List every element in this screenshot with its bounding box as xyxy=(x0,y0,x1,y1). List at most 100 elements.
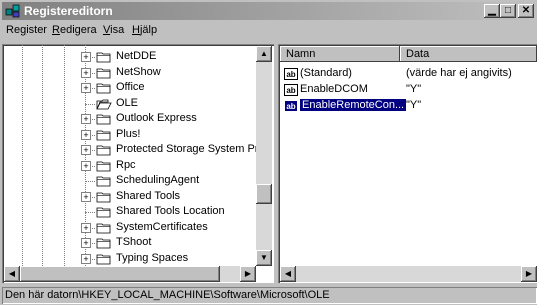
tree-item-ole[interactable]: OLE xyxy=(2,96,254,112)
folder-icon xyxy=(96,222,112,234)
tree-item-label: Protected Storage System Pr xyxy=(116,143,259,155)
status-bar: Den här datorn\HKEY_LOCAL_MACHINE\Softwa… xyxy=(2,287,537,304)
scroll-left-button[interactable]: ◀ xyxy=(4,266,20,282)
menu-visa[interactable]: Visa xyxy=(103,24,124,36)
arrow-left-icon: ◀ xyxy=(8,269,16,278)
minimize-button[interactable]: ▁ xyxy=(484,4,500,18)
tree-item-protected-storage-system-pr[interactable]: + Protected Storage System Pr xyxy=(2,142,258,158)
expand-plus-icon[interactable]: + xyxy=(81,191,91,202)
expand-plus-icon[interactable]: + xyxy=(81,67,91,78)
list-scroll-left-button[interactable]: ◀ xyxy=(280,266,296,282)
tree-vertical-scrollbar[interactable]: ▲ ▼ xyxy=(256,46,272,266)
menu-accelerator: g xyxy=(20,24,27,36)
expand-plus-icon[interactable]: + xyxy=(81,238,91,248)
menu-accelerator: V xyxy=(103,24,111,36)
tree-item-label: SystemCertificates xyxy=(116,220,208,233)
tree-item-plus[interactable]: + Plus! xyxy=(2,127,254,143)
minimize-icon: ▁ xyxy=(488,5,496,16)
close-icon: ✕ xyxy=(521,5,531,16)
window-title: Registereditorn xyxy=(24,4,113,18)
title-bar[interactable]: Registereditorn ▁ □ ✕ xyxy=(2,2,537,20)
tree-branch-line xyxy=(85,103,95,105)
arrow-up-icon: ▲ xyxy=(260,49,268,58)
tree-item-label: Rpc xyxy=(116,158,136,171)
value-data: (värde har ej angivits) xyxy=(406,67,512,79)
tree-item-label: Shared Tools xyxy=(116,189,181,202)
key-tree-pane[interactable]: + NetDDE + NetShow + Office OLE + Outlook Expres… xyxy=(2,44,274,283)
menu-redigera[interactable]: Redigera xyxy=(52,24,97,36)
menu-register[interactable]: Register xyxy=(6,24,47,36)
tree-branch-line xyxy=(85,181,95,182)
value-data: "Y" xyxy=(406,83,422,95)
value-name: (Standard) xyxy=(300,67,352,79)
tree-item-label: NetShow xyxy=(116,65,161,78)
folder-icon xyxy=(96,175,112,187)
tree-branch-line xyxy=(85,212,95,213)
menu-accelerator: H xyxy=(132,24,140,36)
list-horizontal-scrollbar[interactable]: ◀ ▶ xyxy=(280,266,537,282)
regedit-icon xyxy=(5,4,20,18)
folder-icon xyxy=(96,160,112,172)
tree-item-typing-spaces[interactable]: + Typing Spaces xyxy=(2,251,254,267)
tree-item-rpc[interactable]: + Rpc xyxy=(2,158,254,174)
tree-item-schedulingagent[interactable]: SchedulingAgent xyxy=(2,173,254,189)
folder-icon xyxy=(96,113,112,125)
folder-icon xyxy=(96,82,112,94)
tree-item-shared-tools[interactable]: + Shared Tools xyxy=(2,189,254,205)
tree-item-shared-tools-location[interactable]: Shared Tools Location xyxy=(2,204,254,220)
expand-plus-icon[interactable]: + xyxy=(81,114,91,124)
status-path: Den här datorn\HKEY_LOCAL_MACHINE\Softwa… xyxy=(5,289,330,301)
value-row[interactable]: ab EnableRemoteCon... "Y" xyxy=(280,98,535,114)
tree-item-office[interactable]: + Office xyxy=(2,80,254,96)
value-name: EnableRemoteCon... xyxy=(300,99,407,111)
tree-item-tshoot[interactable]: + TShoot xyxy=(2,235,254,251)
expand-plus-icon[interactable]: + xyxy=(81,222,91,233)
scroll-up-button[interactable]: ▲ xyxy=(256,46,272,62)
scroll-right-button[interactable]: ▶ xyxy=(240,266,256,282)
tree-item-netshow[interactable]: + NetShow xyxy=(2,65,254,81)
expand-plus-icon[interactable]: + xyxy=(81,145,91,155)
expand-plus-icon[interactable]: + xyxy=(81,253,91,264)
menu-hjalp[interactable]: Hjälp xyxy=(132,24,157,36)
string-value-icon: ab xyxy=(284,84,298,96)
arrow-down-icon: ▼ xyxy=(260,253,268,262)
tree-item-netdde[interactable]: + NetDDE xyxy=(2,49,254,65)
tree-item-label: Shared Tools Location xyxy=(116,205,225,217)
tree-item-label: TShoot xyxy=(116,236,152,248)
tree-hscroll-thumb[interactable] xyxy=(20,266,220,282)
column-header-data[interactable]: Data xyxy=(400,46,537,62)
value-row[interactable]: ab EnableDCOM "Y" xyxy=(280,82,535,98)
list-scroll-right-button[interactable]: ▶ xyxy=(521,266,537,282)
tree-item-label: Outlook Express xyxy=(116,112,197,124)
arrow-right-icon: ▶ xyxy=(244,269,252,278)
scroll-down-button[interactable]: ▼ xyxy=(256,250,272,266)
tree-item-outlook-express[interactable]: + Outlook Express xyxy=(2,111,254,127)
tree-item-label: Office xyxy=(116,81,145,93)
tree-scroll-thumb[interactable] xyxy=(256,184,272,204)
value-list-pane[interactable]: Namn Data ab (Standard) (värde har ej angi… xyxy=(278,44,537,283)
expand-plus-icon[interactable]: + xyxy=(81,52,91,62)
tree-horizontal-scrollbar[interactable]: ◀ ▶ xyxy=(4,266,256,282)
expand-plus-icon[interactable]: + xyxy=(81,160,91,171)
folder-icon xyxy=(96,129,112,141)
expand-plus-icon[interactable]: + xyxy=(81,83,91,93)
folder-icon xyxy=(96,237,112,249)
string-value-icon: ab xyxy=(284,100,298,112)
tree-item-systemcertificates[interactable]: + SystemCertificates xyxy=(2,220,254,236)
expand-plus-icon[interactable]: + xyxy=(81,129,91,140)
value-data: "Y" xyxy=(406,99,422,111)
folder-icon xyxy=(96,191,112,203)
open-folder-icon xyxy=(96,98,112,110)
value-name: EnableDCOM xyxy=(300,83,368,95)
column-header-name[interactable]: Namn xyxy=(280,46,400,62)
maximize-button[interactable]: □ xyxy=(500,4,516,18)
menu-bar: Register Redigera Visa Hjälp xyxy=(2,21,537,40)
tree-item-label: Plus! xyxy=(116,127,141,140)
close-button[interactable]: ✕ xyxy=(518,4,534,18)
tree-item-label: Typing Spaces xyxy=(116,251,189,264)
arrow-right-icon: ▶ xyxy=(525,269,533,278)
arrow-left-icon: ◀ xyxy=(284,269,292,278)
value-row[interactable]: ab (Standard) (värde har ej angivits) xyxy=(280,66,535,82)
tree-item-label: NetDDE xyxy=(116,50,157,62)
folder-icon xyxy=(96,253,112,265)
